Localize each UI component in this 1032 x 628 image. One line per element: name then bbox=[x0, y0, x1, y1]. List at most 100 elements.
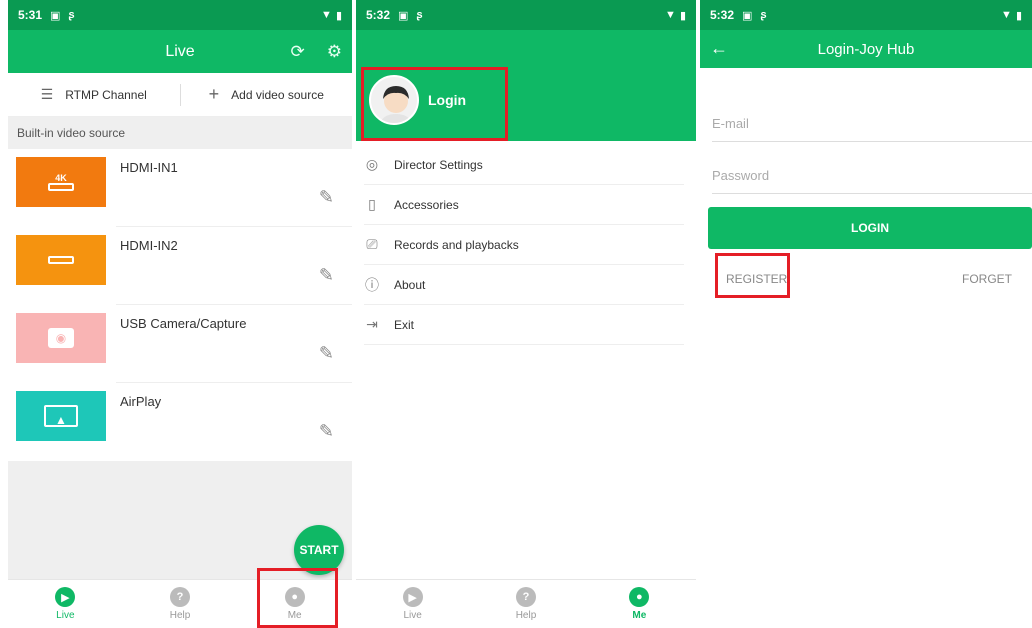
menu-item-label: Records and playbacks bbox=[394, 237, 519, 252]
register-link[interactable]: REGISTER bbox=[726, 272, 787, 286]
nav-me[interactable]: ● Me bbox=[237, 580, 352, 628]
usb-stick-icon: ▯ bbox=[368, 196, 376, 212]
nav-me[interactable]: ● Me bbox=[583, 580, 696, 628]
status-time: 5:32 bbox=[710, 8, 735, 22]
source-row-airplay[interactable]: ▲ AirPlay ✎ bbox=[8, 383, 352, 461]
pencil-icon[interactable]: ✎ bbox=[319, 343, 334, 364]
app-notification-icon: ʂ bbox=[416, 9, 423, 21]
help-icon: ? bbox=[515, 587, 536, 607]
4k-badge: 4K bbox=[55, 173, 67, 183]
image-notification-icon: ▣ bbox=[398, 9, 409, 22]
pencil-icon[interactable]: ✎ bbox=[319, 187, 334, 208]
source-toolbar: ☰ RTMP Channel + Add video source bbox=[8, 73, 352, 117]
app-notification-icon: ʂ bbox=[760, 9, 767, 21]
rtmp-channel-button[interactable]: ☰ RTMP Channel bbox=[8, 86, 180, 103]
hdmi-port-icon bbox=[48, 256, 74, 264]
login-button[interactable]: LOGIN bbox=[708, 207, 1032, 249]
rtmp-channel-label: RTMP Channel bbox=[65, 87, 147, 102]
menu-item-label: About bbox=[394, 277, 426, 292]
nav-label: Me bbox=[287, 610, 302, 621]
hdmi-thumbnail: 4K bbox=[16, 157, 106, 207]
menu-item-exit[interactable]: ⇥ Exit bbox=[364, 305, 684, 345]
source-row-usb-camera[interactable]: ◉ USB Camera/Capture ✎ bbox=[8, 305, 352, 383]
hdmi-thumbnail bbox=[16, 235, 106, 285]
help-icon: ? bbox=[170, 587, 190, 607]
bottom-nav: ▶ Live ? Help ● Me bbox=[8, 579, 352, 628]
profile-header: Login bbox=[356, 30, 696, 141]
wifi-icon: ▼ bbox=[665, 9, 676, 21]
airplay-thumbnail: ▲ bbox=[16, 391, 106, 441]
page-title: Live bbox=[165, 42, 195, 60]
airplay-icon: ▲ bbox=[44, 405, 78, 427]
start-button[interactable]: START bbox=[294, 525, 344, 575]
forget-link[interactable]: FORGET bbox=[962, 272, 1012, 286]
menu-item-records[interactable]: ⎚ Records and playbacks bbox=[364, 225, 684, 265]
avatar[interactable] bbox=[369, 75, 419, 125]
video-camera-icon: ⎚ bbox=[366, 236, 378, 252]
nav-live[interactable]: ▶ Live bbox=[356, 580, 469, 628]
email-placeholder: E-mail bbox=[712, 116, 749, 131]
add-video-source-button[interactable]: + Add video source bbox=[181, 84, 353, 105]
login-link[interactable]: Login bbox=[428, 92, 466, 108]
menu-item-label: Director Settings bbox=[394, 157, 483, 172]
nav-label: Live bbox=[56, 610, 75, 621]
image-notification-icon: ▣ bbox=[50, 9, 61, 22]
menu-item-label: Accessories bbox=[394, 197, 459, 212]
source-name: HDMI-IN1 bbox=[120, 160, 178, 175]
menu-item-director-settings[interactable]: ◎ Director Settings bbox=[364, 145, 684, 185]
gear-icon[interactable]: ⚙ bbox=[327, 42, 342, 62]
app-bar: Live ⟳ ⚙ bbox=[8, 30, 352, 73]
status-bar: 5:32 ▣ ʂ ▼ ▮ bbox=[700, 0, 1032, 30]
status-time: 5:32 bbox=[366, 8, 391, 22]
me-screen: 5:32 ▣ ʂ ▼ ▮ Login ◎ Director Settings ▯… bbox=[356, 0, 696, 628]
app-notification-icon: ʂ bbox=[68, 9, 75, 21]
battery-icon: ▮ bbox=[1015, 9, 1022, 22]
back-arrow-icon[interactable]: ← bbox=[710, 38, 728, 59]
nav-label: Help bbox=[169, 610, 191, 621]
source-row-hdmi-in2[interactable]: HDMI-IN2 ✎ bbox=[8, 227, 352, 305]
person-icon: ● bbox=[284, 587, 305, 607]
plus-icon: + bbox=[208, 84, 220, 104]
pencil-icon[interactable]: ✎ bbox=[319, 421, 334, 442]
live-screen: 5:31 ▣ ʂ ▼ ▮ Live ⟳ ⚙ ☰ RTMP Channel + A… bbox=[8, 0, 352, 628]
refresh-icon[interactable]: ⟳ bbox=[291, 42, 305, 62]
nav-label: Me bbox=[632, 610, 647, 621]
play-icon: ▶ bbox=[55, 587, 76, 607]
section-title: Built-in video source bbox=[8, 117, 352, 149]
password-placeholder: Password bbox=[712, 168, 770, 183]
nav-help[interactable]: ? Help bbox=[123, 580, 238, 628]
camera-icon: ◉ bbox=[48, 328, 74, 348]
director-settings-icon: ◎ bbox=[365, 156, 379, 172]
menu-item-accessories[interactable]: ▯ Accessories bbox=[364, 185, 684, 225]
pencil-icon[interactable]: ✎ bbox=[319, 265, 334, 286]
email-field[interactable]: E-mail bbox=[712, 90, 1032, 142]
status-bar: 5:32 ▣ ʂ ▼ ▮ bbox=[356, 0, 696, 30]
info-icon: ⓘ bbox=[365, 276, 379, 293]
status-time: 5:31 bbox=[18, 8, 43, 22]
battery-icon: ▮ bbox=[335, 9, 342, 22]
source-row-hdmi-in1[interactable]: 4K HDMI-IN1 ✎ bbox=[8, 149, 352, 227]
exit-icon: ⇥ bbox=[366, 316, 378, 332]
source-name: HDMI-IN2 bbox=[120, 238, 178, 253]
password-field[interactable]: Password bbox=[712, 142, 1032, 194]
nav-help[interactable]: ? Help bbox=[469, 580, 582, 628]
bottom-nav: ▶ Live ? Help ● Me bbox=[356, 579, 696, 628]
battery-icon: ▮ bbox=[679, 9, 686, 22]
hdmi-port-icon bbox=[48, 183, 74, 191]
usb-camera-thumbnail: ◉ bbox=[16, 313, 106, 363]
document-icon: ☰ bbox=[40, 86, 54, 102]
page-title: Login-Joy Hub bbox=[817, 40, 915, 58]
wifi-icon: ▼ bbox=[321, 9, 332, 21]
source-name: AirPlay bbox=[120, 394, 162, 409]
source-name: USB Camera/Capture bbox=[120, 316, 247, 331]
add-video-source-label: Add video source bbox=[231, 87, 324, 102]
play-icon: ▶ bbox=[402, 587, 423, 607]
app-bar: ← Login-Joy Hub bbox=[700, 30, 1032, 68]
wifi-icon: ▼ bbox=[1001, 9, 1012, 21]
nav-live[interactable]: ▶ Live bbox=[8, 580, 123, 628]
menu-item-about[interactable]: ⓘ About bbox=[364, 265, 684, 305]
login-screen: 5:32 ▣ ʂ ▼ ▮ ← Login-Joy Hub E-mail Pass… bbox=[700, 0, 1032, 628]
image-notification-icon: ▣ bbox=[742, 9, 753, 22]
menu-item-label: Exit bbox=[394, 317, 415, 332]
status-bar: 5:31 ▣ ʂ ▼ ▮ bbox=[8, 0, 352, 30]
